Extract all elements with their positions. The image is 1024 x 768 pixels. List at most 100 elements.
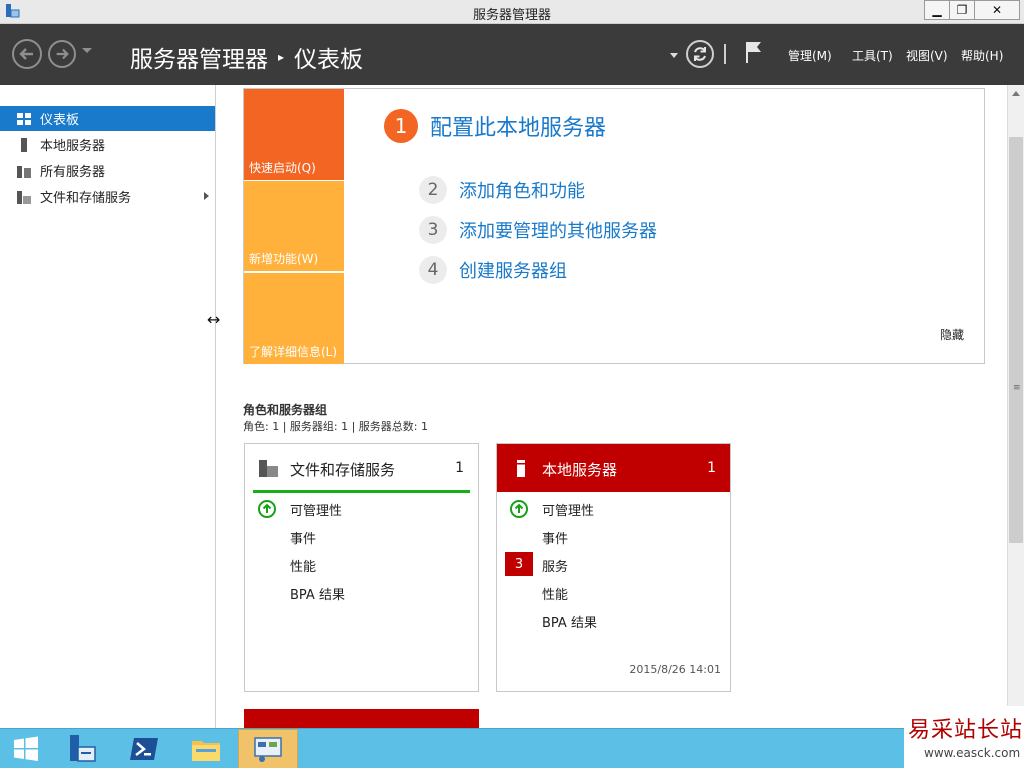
refresh-icon (694, 47, 706, 61)
step-configure-local-server[interactable]: 1 配置此本地服务器 (384, 109, 606, 143)
card-title: 文件和存储服务 (290, 461, 396, 479)
card-row-manageability[interactable]: 可管理性 (542, 500, 594, 519)
history-dropdown-icon[interactable] (82, 48, 92, 53)
server-icon (21, 137, 27, 152)
menu-manage[interactable]: 管理(M) (788, 47, 832, 64)
card-count: 1 (455, 460, 464, 476)
site-watermark: 易采站长站 www.easck.com (904, 706, 1024, 768)
card-row-events[interactable]: 事件 (290, 528, 316, 547)
servers-icon (17, 165, 31, 178)
quick-start-panel: 快速启动(Q) 新增功能(W) 了解详细信息(L) 1 配置此本地服务器 2 添… (243, 88, 985, 364)
step-create-group[interactable]: 4 创建服务器组 (419, 256, 567, 284)
roles-section-title: 角色和服务器组 (243, 403, 328, 417)
title-bar: 服务器管理器 ▁ ❐ ✕ (0, 0, 1024, 24)
roles-summary: 角色: 1 | 服务器组: 1 | 服务器总数: 1 (243, 420, 429, 433)
scroll-thumb[interactable]: ≡ (1009, 137, 1023, 543)
grip-icon: ≡ (1013, 383, 1021, 393)
step-number: 1 (384, 109, 418, 143)
role-card-partial[interactable] (244, 709, 479, 729)
card-row-bpa-results[interactable]: BPA 结果 (290, 584, 345, 603)
chevron-right-icon[interactable] (204, 192, 209, 200)
tile-learn-more[interactable]: 了解详细信息(L) (244, 273, 344, 364)
breadcrumb: 服务器管理器 ▸ 仪表板 (130, 40, 363, 74)
resize-cursor-icon: ↔ (207, 310, 221, 329)
taskbar-control-panel[interactable] (238, 729, 298, 768)
powershell-icon (130, 738, 158, 760)
menu-tools[interactable]: 工具(T) (852, 47, 893, 64)
close-button[interactable]: ✕ (974, 0, 1020, 20)
card-row-performance[interactable]: 性能 (542, 584, 568, 603)
server-manager-icon (70, 735, 96, 762)
breadcrumb-current: 仪表板 (294, 47, 364, 73)
refresh-dropdown-icon[interactable] (670, 53, 678, 58)
tile-quick-start[interactable]: 快速启动(Q) (244, 89, 344, 180)
sidebar-item-dashboard[interactable]: 仪表板 (0, 106, 215, 131)
control-panel-icon (254, 737, 282, 762)
tile-label: 新增功能(W) (249, 252, 319, 266)
step-number: 2 (419, 176, 447, 204)
server-icon (517, 460, 525, 477)
start-button[interactable] (0, 729, 52, 768)
role-card-local-server[interactable]: 本地服务器 1 可管理性 事件 3 服务 性能 BPA 结果 2015/8/26… (496, 443, 731, 692)
notifications-flag-icon[interactable] (744, 40, 764, 64)
window-controls: ▁ ❐ ✕ (924, 0, 1020, 20)
breadcrumb-separator-icon: ▸ (278, 50, 285, 64)
up-arrow-ok-icon (510, 500, 528, 518)
watermark-url: www.easck.com (924, 746, 1021, 760)
status-ok-bar (253, 490, 470, 493)
card-timestamp: 2015/8/26 14:01 (629, 663, 721, 676)
file-storage-icon (17, 190, 31, 204)
card-header[interactable]: 文件和存储服务 1 (245, 444, 478, 492)
step-link[interactable]: 配置此本地服务器 (430, 110, 606, 142)
tile-label: 快速启动(Q) (249, 161, 316, 175)
card-count: 1 (707, 460, 716, 476)
sidebar-item-label: 文件和存储服务 (40, 191, 132, 206)
navigation-sidebar: 仪表板 本地服务器 所有服务器 文件和存储服务 (0, 85, 216, 728)
step-number: 3 (419, 216, 447, 244)
menu-help[interactable]: 帮助(H) (961, 47, 1003, 64)
restore-button[interactable]: ❐ (949, 0, 975, 20)
hide-link[interactable]: 隐藏 (940, 326, 964, 343)
up-arrow-ok-icon (258, 500, 276, 518)
step-link[interactable]: 添加角色和功能 (459, 177, 585, 203)
sidebar-item-file-storage[interactable]: 文件和存储服务 (0, 184, 215, 209)
card-row-manageability[interactable]: 可管理性 (290, 500, 342, 519)
tile-whats-new[interactable]: 新增功能(W) (244, 181, 344, 271)
header-divider (724, 44, 726, 64)
taskbar-powershell[interactable] (114, 729, 174, 768)
menu-view[interactable]: 视图(V) (906, 47, 948, 64)
sidebar-item-label: 本地服务器 (40, 139, 106, 154)
sidebar-item-label: 所有服务器 (40, 165, 106, 180)
step-add-servers[interactable]: 3 添加要管理的其他服务器 (419, 216, 657, 244)
vertical-scrollbar[interactable]: ≡ (1007, 85, 1024, 728)
breadcrumb-root[interactable]: 服务器管理器 (130, 40, 268, 74)
card-row-bpa-results[interactable]: BPA 结果 (542, 612, 597, 631)
back-button[interactable] (12, 39, 42, 69)
sidebar-item-local-server[interactable]: 本地服务器 (0, 132, 215, 157)
card-header[interactable]: 本地服务器 1 (497, 444, 730, 492)
card-row-events[interactable]: 事件 (542, 528, 568, 547)
taskbar-server-manager[interactable] (52, 729, 112, 768)
services-alert-badge[interactable]: 3 (505, 552, 533, 576)
role-card-file-storage[interactable]: 文件和存储服务 1 可管理性 事件 性能 BPA 结果 (244, 443, 479, 692)
minimize-button[interactable]: ▁ (924, 0, 950, 20)
file-storage-icon (259, 460, 278, 477)
app-header: 服务器管理器 ▸ 仪表板 管理(M) 工具(T) 视图(V) 帮助(H) (0, 24, 1024, 85)
tile-label: 了解详细信息(L) (249, 345, 338, 359)
sidebar-item-all-servers[interactable]: 所有服务器 (0, 158, 215, 183)
card-row-services[interactable]: 服务 (542, 556, 568, 575)
sidebar-item-label: 仪表板 (40, 113, 80, 128)
step-link[interactable]: 创建服务器组 (459, 257, 567, 283)
refresh-button[interactable] (686, 40, 714, 68)
folder-icon (192, 741, 220, 761)
step-link[interactable]: 添加要管理的其他服务器 (459, 217, 657, 243)
step-number: 4 (419, 256, 447, 284)
windows-logo-icon (14, 736, 38, 761)
dashboard-icon (17, 112, 31, 125)
taskbar-file-explorer[interactable] (176, 729, 236, 768)
forward-button[interactable] (48, 40, 76, 68)
scroll-up-icon[interactable] (1012, 91, 1020, 96)
step-add-roles[interactable]: 2 添加角色和功能 (419, 176, 585, 204)
taskbar: 易采站长站 www.easck.com (0, 706, 1024, 768)
card-row-performance[interactable]: 性能 (290, 556, 316, 575)
